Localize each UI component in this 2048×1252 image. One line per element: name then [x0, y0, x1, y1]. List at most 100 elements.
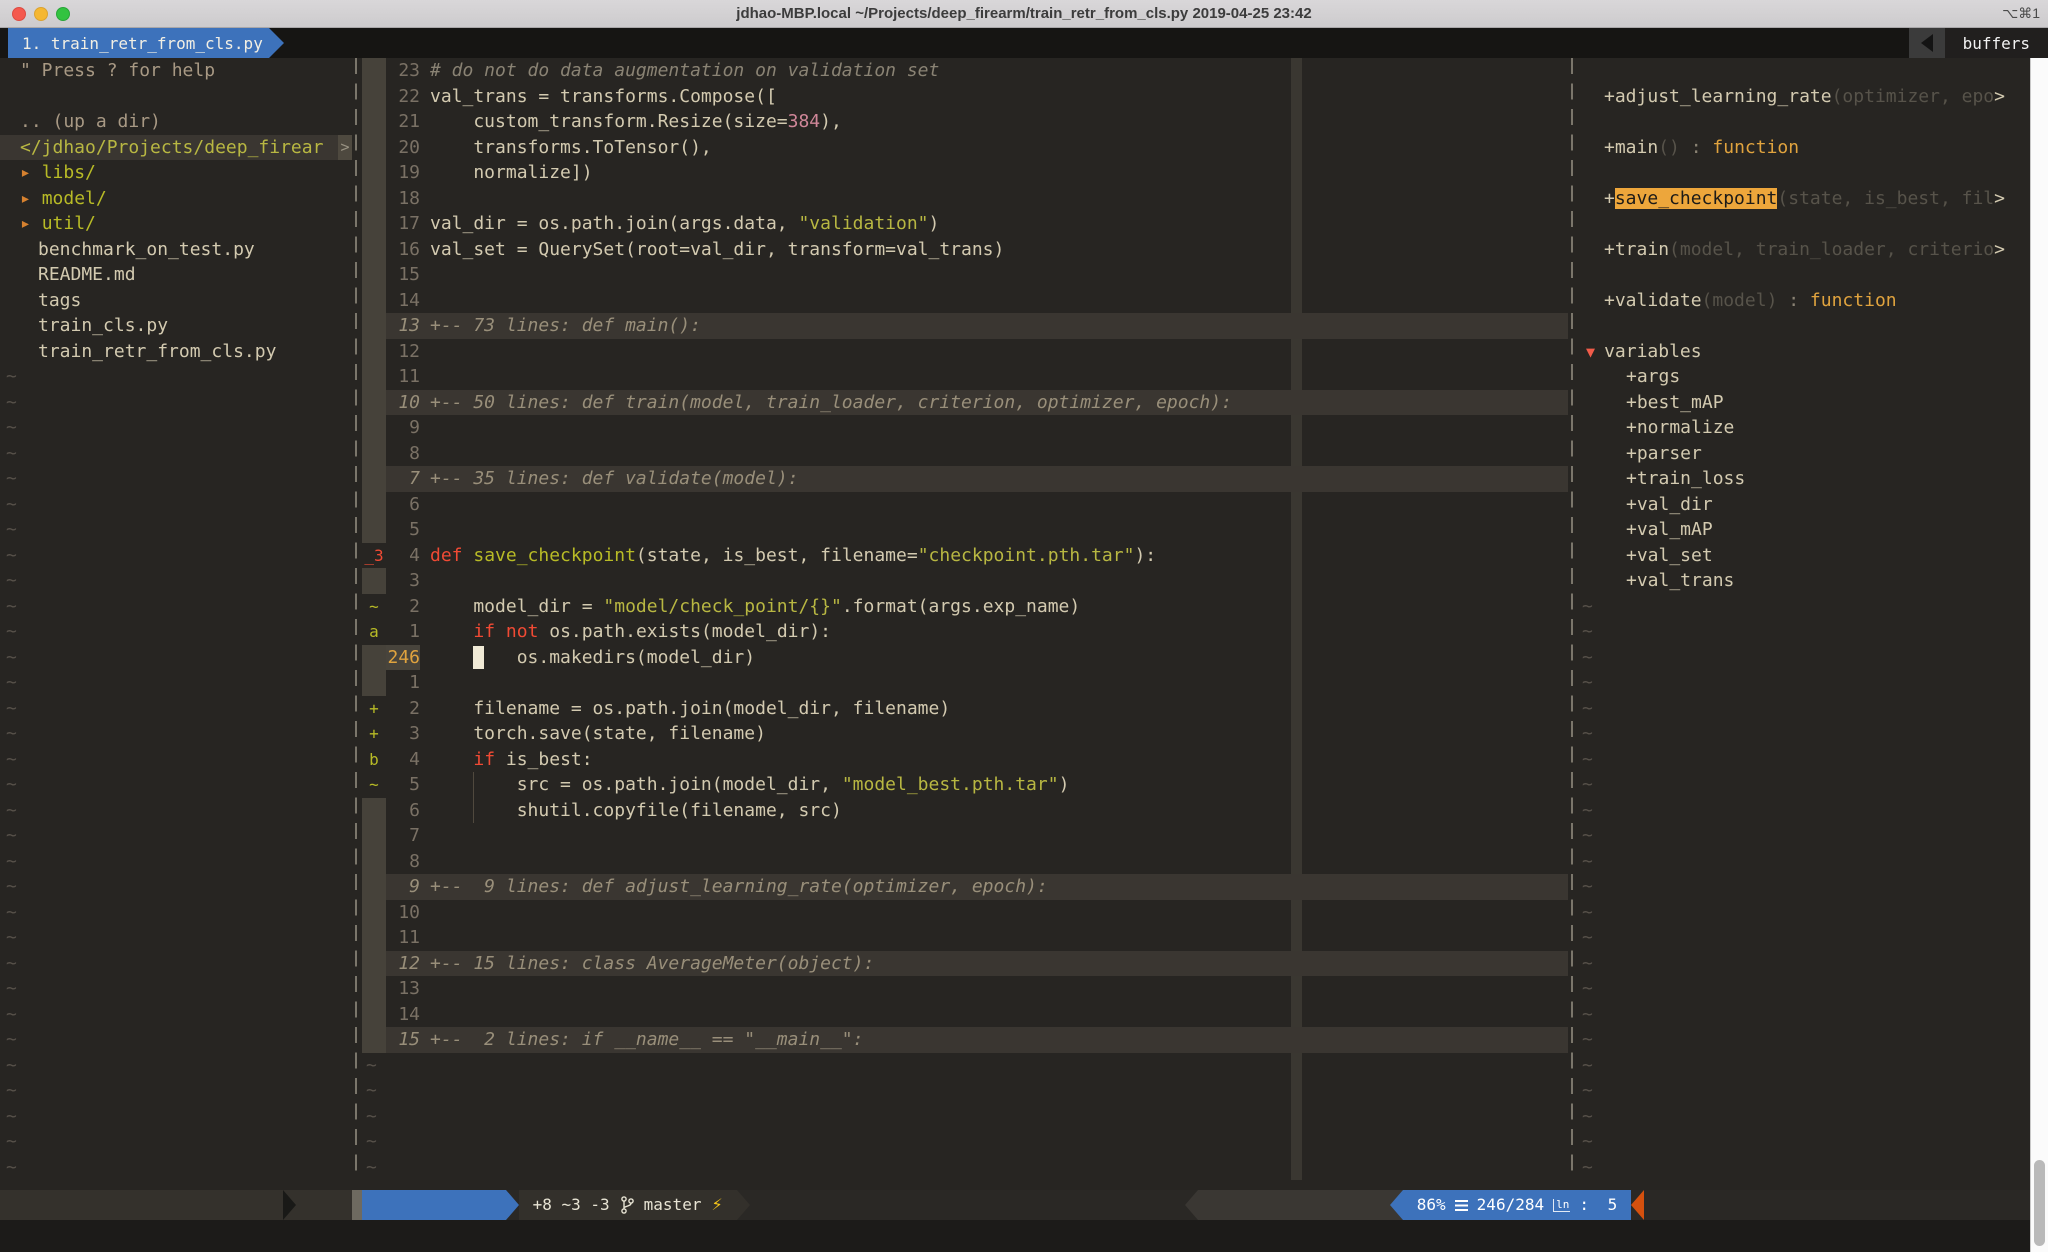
- sign-column-cell: +: [362, 721, 386, 747]
- text-token: [495, 621, 506, 642]
- tab-train-retr-from-cls[interactable]: 1. train_retr_from_cls.py: [8, 28, 269, 58]
- tagbar-variable-item[interactable]: +normalize: [1578, 415, 2030, 441]
- empty-line-tilde: ~: [0, 594, 352, 620]
- tagbar-variable-item[interactable]: +train_loss: [1578, 466, 2030, 492]
- code-line[interactable]: +3 torch.save(state, filename): [362, 721, 1568, 747]
- nerdtree-up-dir[interactable]: .. (up a dir): [0, 109, 352, 135]
- code-line[interactable]: 22val_trans = transforms.Compose([: [362, 84, 1568, 110]
- line-text: val_trans = transforms.Compose([: [420, 84, 1568, 110]
- code-line[interactable]: 16val_set = QuerySet(root=val_dir, trans…: [362, 237, 1568, 263]
- macos-scrollbar[interactable]: [2030, 58, 2048, 1252]
- git-branch-name[interactable]: master: [644, 1190, 702, 1220]
- truncation-arrow-icon: >: [1994, 86, 2005, 107]
- fold-line[interactable]: 12+-- 15 lines: class AverageMeter(objec…: [362, 951, 1568, 977]
- blank-code-line[interactable]: 8: [362, 441, 1568, 467]
- blank-code-line[interactable]: 5: [362, 517, 1568, 543]
- tagbar-variable-item[interactable]: +best_mAP: [1578, 390, 2030, 416]
- code-line[interactable]: 17val_dir = os.path.join(args.data, "val…: [362, 211, 1568, 237]
- code-line[interactable]: ~5 src = os.path.join(model_dir, "model_…: [362, 772, 1568, 798]
- blank-code-line[interactable]: 3: [362, 568, 1568, 594]
- fold-line[interactable]: 13+-- 73 lines: def main():: [362, 313, 1568, 339]
- tagbar-variable-item[interactable]: +val_set: [1578, 543, 2030, 569]
- tagbar-variable-item[interactable]: +val_mAP: [1578, 517, 2030, 543]
- tagbar-section-variables[interactable]: ▼ variables: [1578, 339, 2030, 365]
- fold-line[interactable]: 15+-- 2 lines: if __name__ == "__main__"…: [362, 1027, 1568, 1053]
- nerdtree-help-line: " Press ? for help: [0, 58, 352, 84]
- tab-scroll-left-chip[interactable]: [1909, 28, 1945, 58]
- tree-file-item[interactable]: benchmark_on_test.py: [0, 237, 352, 263]
- tag-kind: function: [1712, 137, 1799, 158]
- tagbar-variable-item[interactable]: +val_trans: [1578, 568, 2030, 594]
- code-line[interactable]: +2 filename = os.path.join(model_dir, fi…: [362, 696, 1568, 722]
- tagbar-variable-item[interactable]: +args: [1578, 364, 2030, 390]
- tag-args: (model, train_loader, criterio: [1669, 239, 1994, 260]
- empty-line-tilde: ~: [0, 874, 352, 900]
- blank-code-line[interactable]: 11: [362, 364, 1568, 390]
- line-number: 11: [386, 364, 420, 390]
- code-line[interactable]: a1 if not os.path.exists(model_dir):: [362, 619, 1568, 645]
- window-separator-right[interactable]: [1571, 58, 1573, 1180]
- text-token: torch.save(state, filename): [430, 723, 766, 744]
- code-line[interactable]: ~2 model_dir = "model/check_point/{}".fo…: [362, 594, 1568, 620]
- tree-dir-item[interactable]: ▸ libs/: [0, 160, 352, 186]
- tagbar-variable-item[interactable]: +parser: [1578, 441, 2030, 467]
- git-hunks: +8 ~3 -3: [533, 1190, 610, 1220]
- window-separator-left[interactable]: [355, 58, 357, 1180]
- blank-code-line[interactable]: 1: [362, 670, 1568, 696]
- blank-code-line[interactable]: 11: [362, 925, 1568, 951]
- line-text: normalize]): [420, 160, 1568, 186]
- blank-code-line[interactable]: 14: [362, 1002, 1568, 1028]
- tree-file-item[interactable]: tags: [0, 288, 352, 314]
- empty-line-tilde: ~: [0, 441, 352, 467]
- line-text: [420, 1002, 1568, 1028]
- blank-code-line[interactable]: 12: [362, 339, 1568, 365]
- nerdtree-root[interactable]: </jdhao/Projects/deep_firear>: [0, 135, 352, 161]
- scrollbar-thumb[interactable]: [2034, 1160, 2045, 1246]
- blank-code-line[interactable]: 10: [362, 900, 1568, 926]
- tree-dir-item[interactable]: ▸ util/: [0, 211, 352, 237]
- empty-line-tilde: ~: [1578, 645, 2030, 671]
- fold-line[interactable]: 7+-- 35 lines: def validate(model):: [362, 466, 1568, 492]
- blank-code-line[interactable]: 13: [362, 976, 1568, 1002]
- fold-line[interactable]: 9+-- 9 lines: def adjust_learning_rate(o…: [362, 874, 1568, 900]
- tagbar-function-item[interactable]: +train(model, train_loader, criterio>: [1578, 237, 2030, 263]
- empty-line-tilde: ~: [0, 415, 352, 441]
- text-token: "model/check_point/{}": [603, 596, 841, 617]
- empty-line-tilde: ~: [1578, 849, 2030, 875]
- text-token: # do not do data augmentation on validat…: [430, 60, 939, 81]
- line-number: 1: [386, 670, 420, 696]
- tagbar-function-item[interactable]: +validate(model) : function: [1578, 288, 2030, 314]
- blank-code-line[interactable]: 8: [362, 849, 1568, 875]
- code-line[interactable]: 19 normalize]): [362, 160, 1568, 186]
- blank-code-line[interactable]: 9: [362, 415, 1568, 441]
- tagbar-function-item[interactable]: +main() : function: [1578, 135, 2030, 161]
- command-line[interactable]: [0, 1220, 2048, 1252]
- line-number: 2: [386, 696, 420, 722]
- code-line[interactable]: 6 shutil.copyfile(filename, src): [362, 798, 1568, 824]
- tree-file-item[interactable]: README.md: [0, 262, 352, 288]
- blank-code-line[interactable]: 6: [362, 492, 1568, 518]
- tagbar-variable-item[interactable]: +val_dir: [1578, 492, 2030, 518]
- line-text: [420, 849, 1568, 875]
- line-text: [420, 517, 1568, 543]
- code-line[interactable]: b4 if is_best:: [362, 747, 1568, 773]
- tagbar-function-item[interactable]: +adjust_learning_rate(optimizer, epo>: [1578, 84, 2030, 110]
- code-line[interactable]: _34def save_checkpoint(state, is_best, f…: [362, 543, 1568, 569]
- fold-line[interactable]: 10+-- 50 lines: def train(model, train_l…: [362, 390, 1568, 416]
- sign-column-cell: [362, 441, 386, 467]
- blank-code-line[interactable]: 7: [362, 823, 1568, 849]
- blank-code-line[interactable]: 14: [362, 288, 1568, 314]
- code-line[interactable]: 21 custom_transform.Resize(size=384),: [362, 109, 1568, 135]
- code-line[interactable]: 23# do not do data augmentation on valid…: [362, 58, 1568, 84]
- buffers-toggle[interactable]: buffers: [1945, 28, 2048, 58]
- code-line[interactable]: 20 transforms.ToTensor(),: [362, 135, 1568, 161]
- tree-file-item[interactable]: train_cls.py: [0, 313, 352, 339]
- blank-code-line[interactable]: 18: [362, 186, 1568, 212]
- tree-dir-item[interactable]: ▸ model/: [0, 186, 352, 212]
- text-token: ~: [366, 1053, 377, 1079]
- tagbar-function-item[interactable]: +save_checkpoint(state, is_best, fil>: [1578, 186, 2030, 212]
- blank-code-line[interactable]: 15: [362, 262, 1568, 288]
- tree-file-item[interactable]: train_retr_from_cls.py: [0, 339, 352, 365]
- line-number: 21: [386, 109, 420, 135]
- code-line[interactable]: 246 os.makedirs(model_dir): [362, 645, 1568, 671]
